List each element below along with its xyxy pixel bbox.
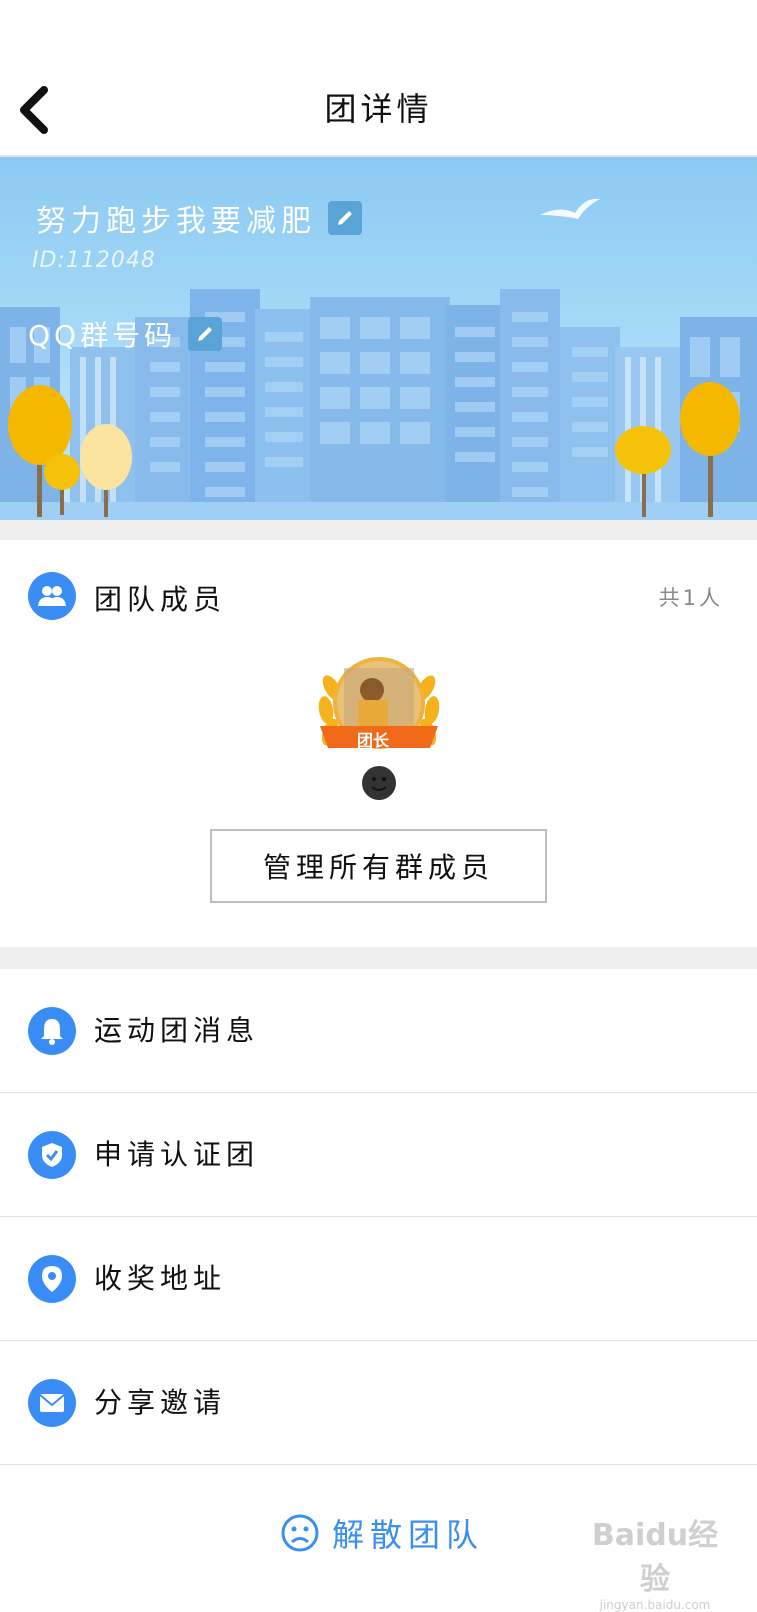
menu-item-label: 申请认证团 (94, 1138, 260, 1171)
pencil-icon (338, 211, 352, 225)
edit-team-name-button[interactable] (328, 201, 362, 235)
section-divider (0, 947, 757, 969)
smiley-icon (371, 777, 387, 791)
pencil-icon (198, 327, 213, 341)
members-label: 团队成员 (94, 583, 227, 616)
leader-avatar[interactable]: 团长 (314, 648, 444, 768)
dissolve-label: 解散团队 (332, 1516, 485, 1554)
team-name-row: 努力跑步我要减肥 (36, 196, 362, 240)
envelope-icon (28, 1379, 76, 1427)
menu-item-label: 运动团消息 (94, 1014, 260, 1047)
members-icon (28, 572, 76, 620)
shield-check-icon (28, 1131, 76, 1179)
page-title: 团详情 (324, 90, 433, 128)
menu-item-address[interactable]: 收奖地址 (0, 1217, 757, 1341)
team-id: ID:112048 (32, 248, 156, 273)
bell-icon (28, 1007, 76, 1055)
menu-item-share[interactable]: 分享邀请 (0, 1341, 757, 1465)
header-bar (0, 0, 757, 157)
qq-label: QQ群号码 (28, 319, 177, 352)
section-divider (0, 520, 757, 540)
menu-item-label: 分享邀请 (94, 1386, 227, 1419)
watermark: Baidu经验 jingyan.baidu.com (580, 1510, 730, 1612)
edit-qq-button[interactable] (188, 317, 223, 351)
manage-members-button[interactable]: 管理所有群成员 (210, 829, 547, 903)
menu-item-messages[interactable]: 运动团消息 (0, 969, 757, 1093)
watermark-url: jingyan.baidu.com (599, 1598, 711, 1612)
members-count: 共1人 (658, 586, 723, 610)
team-name: 努力跑步我要减肥 (36, 204, 316, 239)
menu-item-label: 收奖地址 (94, 1262, 227, 1295)
watermark-logo: Baidu经验 (591, 1518, 719, 1597)
qq-row: QQ群号码 (28, 314, 223, 354)
location-pin-icon (28, 1255, 76, 1303)
dissolve-team-button[interactable]: 解散团队 (280, 1510, 484, 1556)
menu-item-certify[interactable]: 申请认证团 (0, 1093, 757, 1217)
member-avatar-small[interactable] (362, 766, 396, 800)
group-icon (38, 586, 66, 606)
sad-face-icon (281, 1514, 319, 1552)
leader-badge: 团长 (357, 731, 390, 750)
